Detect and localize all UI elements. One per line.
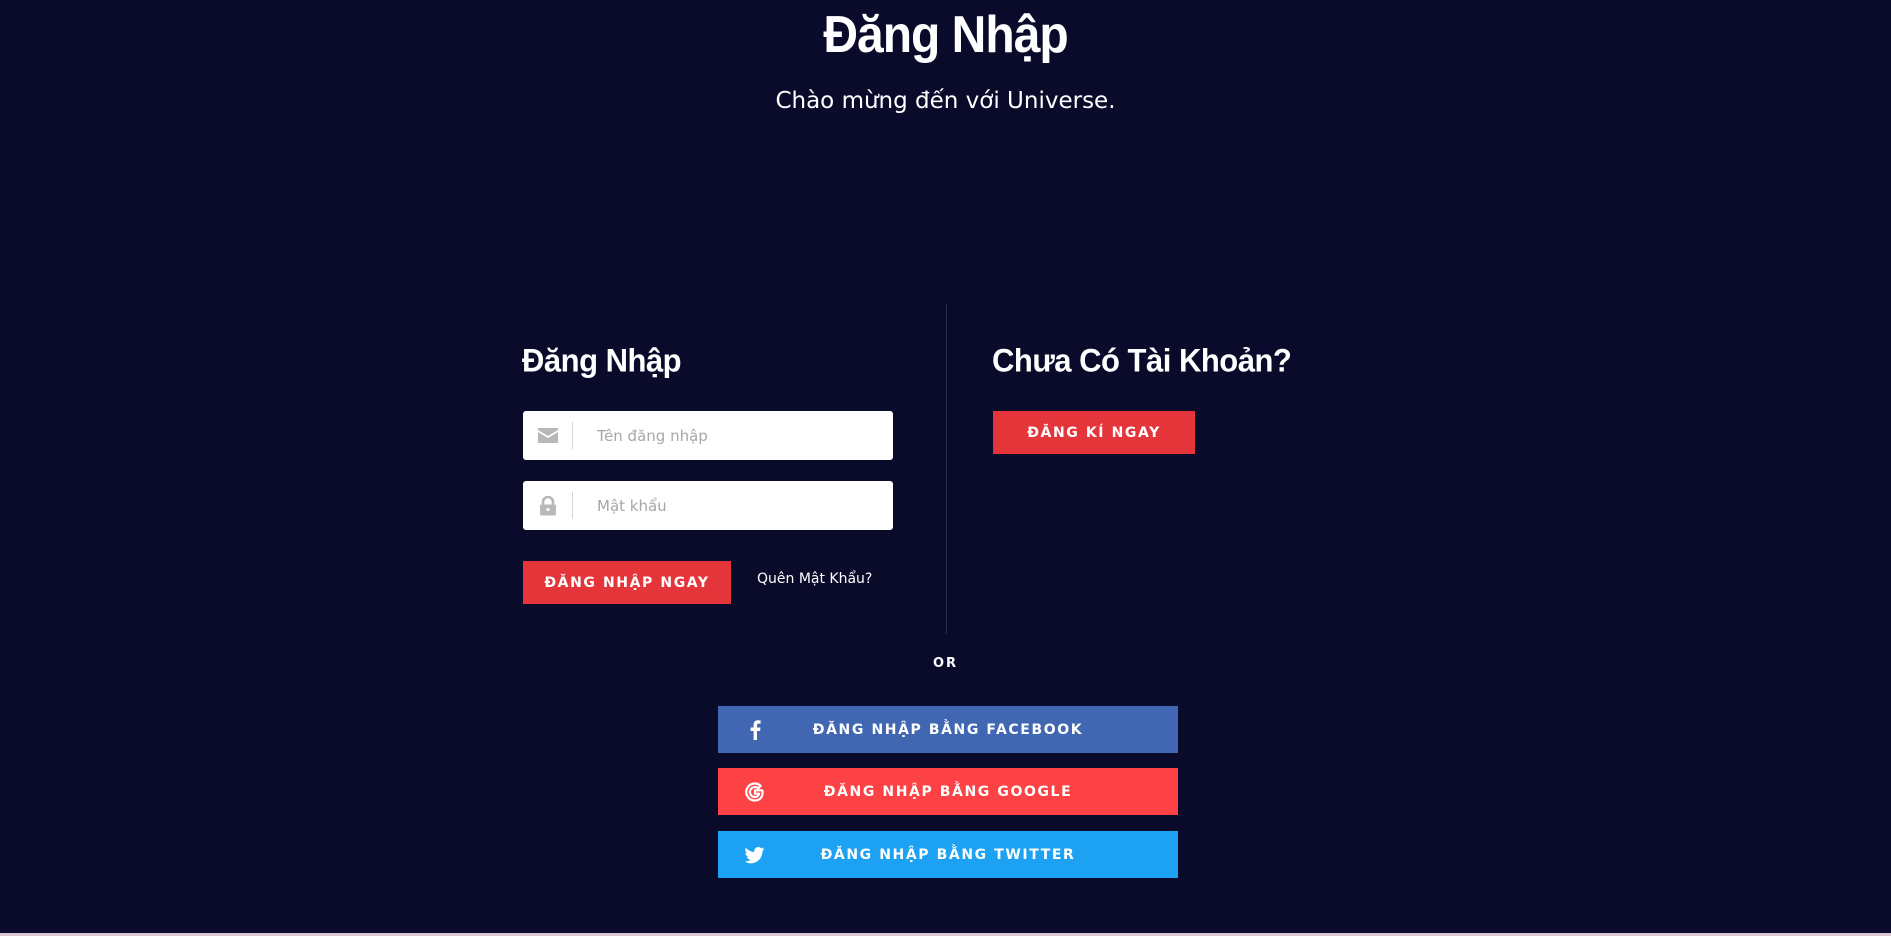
page-title: Đăng Nhập [823, 6, 1068, 65]
twitter-icon [744, 844, 766, 866]
google-login-label: ĐĂNG NHẬP BẰNG GOOGLE [823, 783, 1073, 800]
password-field[interactable] [523, 481, 893, 530]
lock-icon [523, 481, 572, 530]
page-subtitle: Chào mừng đến với Universe. [775, 88, 1116, 114]
envelope-icon [523, 411, 572, 460]
signup-section-title: Chưa Có Tài Khoản? [992, 342, 1292, 379]
column-divider [946, 304, 947, 634]
facebook-login-label: ĐĂNG NHẬP BẰNG FACEBOOK [812, 721, 1084, 738]
login-page: Đăng Nhập Chào mừng đến với Universe. Đă… [0, 0, 1891, 933]
or-separator: OR [932, 656, 959, 671]
username-field[interactable] [523, 411, 893, 460]
facebook-icon [744, 719, 766, 741]
forgot-password-link[interactable]: Quên Mật Khẩu? [757, 571, 872, 587]
twitter-login-button[interactable]: ĐĂNG NHẬP BẰNG TWITTER [718, 831, 1178, 878]
login-submit-button[interactable]: ĐĂNG NHẬP NGAY [523, 561, 731, 604]
twitter-login-label: ĐĂNG NHẬP BẰNG TWITTER [820, 846, 1076, 863]
signup-button[interactable]: ĐĂNG KÍ NGAY [993, 411, 1195, 454]
password-input[interactable] [573, 481, 893, 530]
facebook-login-button[interactable]: ĐĂNG NHẬP BẰNG FACEBOOK [718, 706, 1178, 753]
username-input[interactable] [573, 411, 893, 460]
google-icon [744, 781, 766, 803]
login-section-title: Đăng Nhập [522, 342, 682, 379]
google-login-button[interactable]: ĐĂNG NHẬP BẰNG GOOGLE [718, 768, 1178, 815]
